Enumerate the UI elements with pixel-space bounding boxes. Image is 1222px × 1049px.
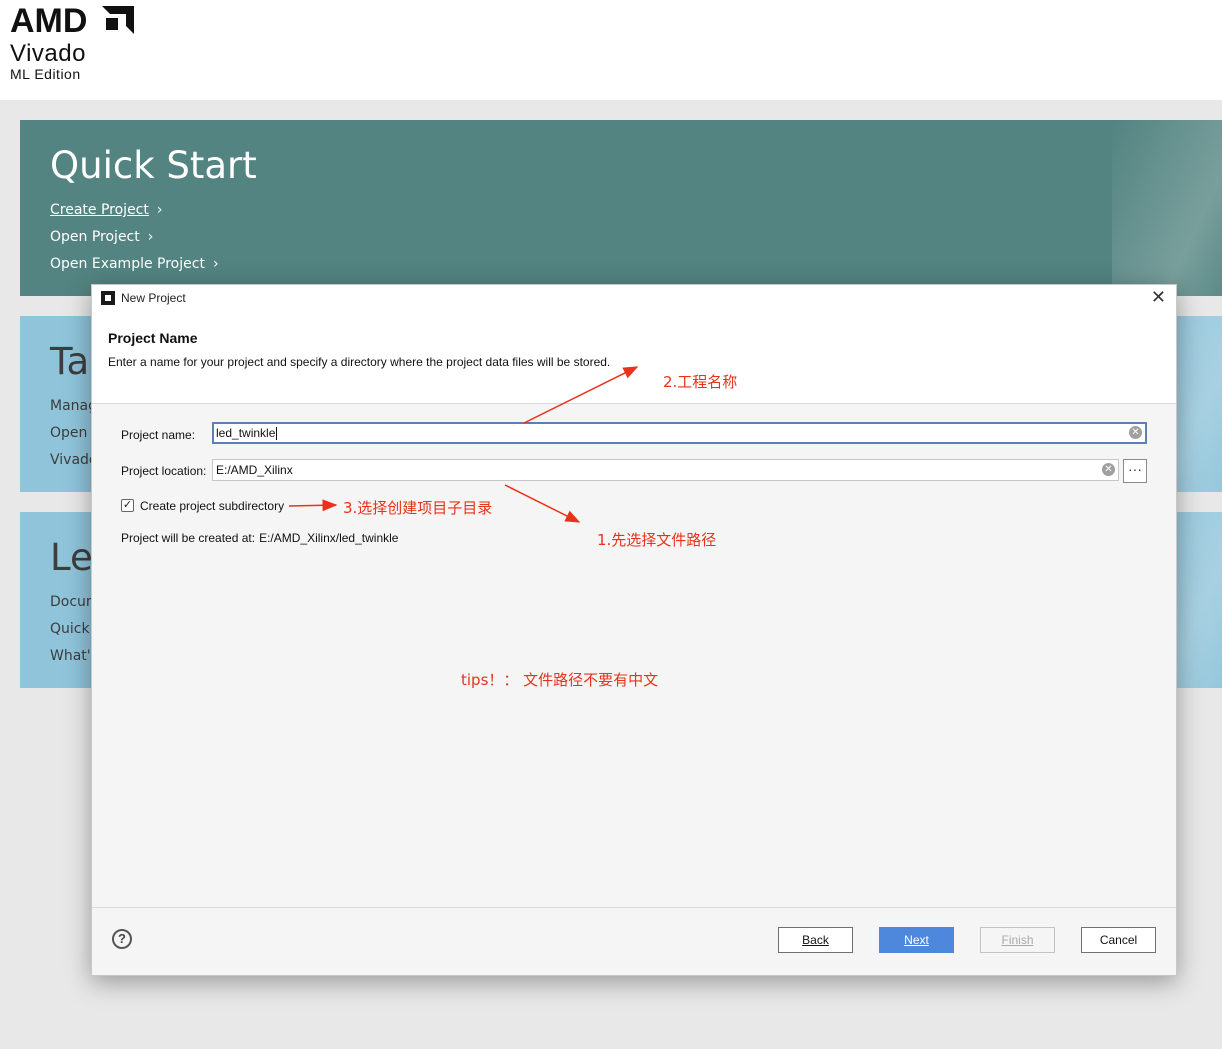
- annotation-location: 1.先选择文件路径: [597, 531, 717, 549]
- create-subdirectory-label: Create project subdirectory: [140, 499, 285, 513]
- close-icon[interactable]: ✕: [1151, 287, 1166, 308]
- help-icon[interactable]: ?: [112, 929, 132, 949]
- created-at-label: Project will be created at:: [121, 531, 256, 545]
- section-title: Project Name: [108, 330, 198, 346]
- clear-icon[interactable]: ✕: [1102, 463, 1115, 476]
- dialog-title: New Project: [121, 291, 186, 305]
- project-location-value: E:/AMD_Xilinx: [216, 463, 293, 477]
- created-at-value: E:/AMD_Xilinx/led_twinkle: [259, 531, 399, 545]
- quick-start-title: Quick Start: [50, 144, 257, 187]
- dialog-footer: ? Back Next Finish Cancel: [92, 907, 1176, 976]
- project-path-preview: Project will be created at: E:/AMD_Xilinx…: [121, 531, 402, 545]
- dialog-header: Project Name Enter a name for your proje…: [92, 313, 1176, 404]
- annotation-tip: tips！： 文件路径不要有中文: [461, 671, 659, 689]
- product-edition: ML Edition: [10, 66, 81, 82]
- project-location-input[interactable]: E:/AMD_Xilinx ✕: [212, 459, 1119, 481]
- section-description: Enter a name for your project and specif…: [108, 355, 611, 369]
- vivado-app-icon: [101, 291, 115, 305]
- chevron-right-icon: ›: [147, 229, 154, 245]
- amd-logo-text: AMD: [10, 2, 88, 40]
- annotation-project-name: 2.工程名称: [663, 373, 738, 391]
- open-project-link[interactable]: Open Project ›: [50, 229, 219, 256]
- create-subdirectory-checkbox[interactable]: ✓: [121, 499, 134, 512]
- annotation-subdirectory: 3.选择创建项目子目录: [343, 499, 493, 517]
- open-example-project-link[interactable]: Open Example Project ›: [50, 256, 219, 283]
- dialog-titlebar[interactable]: New Project ✕: [92, 285, 1176, 313]
- product-name: Vivado: [10, 40, 86, 67]
- finish-button: Finish: [980, 927, 1055, 953]
- project-location-label: Project location:: [121, 464, 207, 478]
- new-project-dialog: New Project ✕ Project Name Enter a name …: [91, 284, 1177, 976]
- amd-logo-icon: [102, 6, 134, 34]
- project-name-label: Project name:: [121, 428, 196, 442]
- clear-icon[interactable]: ✕: [1129, 426, 1142, 439]
- chevron-right-icon: ›: [212, 256, 219, 272]
- project-name-input[interactable]: led_twinkle ✕: [212, 422, 1147, 444]
- project-name-value: led_twinkle: [216, 426, 276, 440]
- back-button[interactable]: Back: [778, 927, 853, 953]
- learning-title: Le: [50, 536, 93, 579]
- chevron-right-icon: ›: [156, 202, 163, 218]
- browse-button[interactable]: ···: [1123, 459, 1147, 483]
- brand-header: AMD Vivado ML Edition: [0, 0, 1222, 100]
- create-project-link[interactable]: Create Project ›: [50, 202, 219, 229]
- quick-start-panel: Quick Start Create Project › Open Project…: [20, 120, 1222, 296]
- next-button[interactable]: Next: [879, 927, 954, 953]
- cancel-button[interactable]: Cancel: [1081, 927, 1156, 953]
